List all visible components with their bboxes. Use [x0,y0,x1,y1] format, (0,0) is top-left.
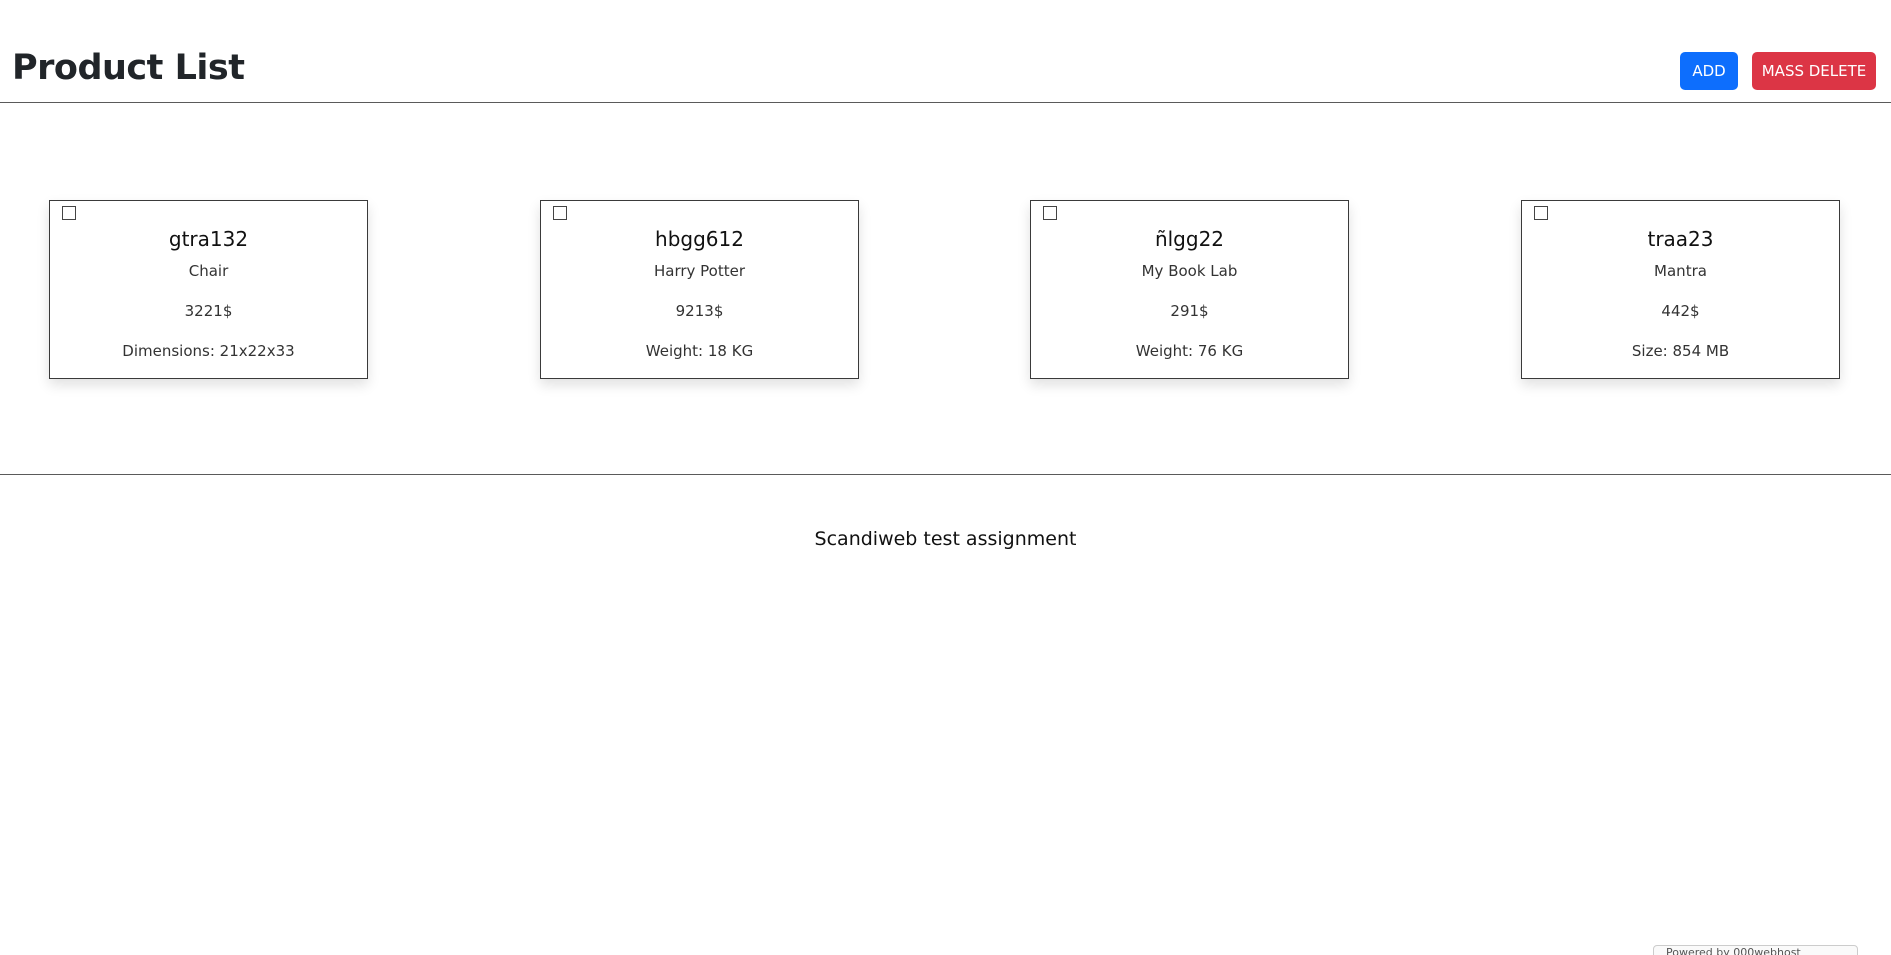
product-attribute: Size: 854 MB [1631,342,1730,360]
product-price: 9213$ [675,302,724,320]
product-price: 291$ [1170,302,1209,320]
product-card: gtra132 Chair 3221$ Dimensions: 21x22x33 [49,200,368,379]
powered-by-badge[interactable]: Powered by 000webhost [1653,945,1858,955]
page: Product List ADD MASS DELETE gtra132 Cha… [0,0,1891,955]
product-attribute: Weight: 18 KG [645,342,754,360]
mass-delete-button[interactable]: MASS DELETE [1752,52,1876,90]
delete-checkbox[interactable] [553,206,567,220]
footer-text: Scandiweb test assignment [814,528,1077,550]
product-name: Harry Potter [653,262,746,280]
product-name: My Book Lab [1141,262,1238,280]
delete-checkbox[interactable] [1043,206,1057,220]
product-price: 442$ [1661,302,1700,320]
product-price: 3221$ [184,302,233,320]
page-title: Product List [12,48,245,88]
product-name: Chair [188,262,229,280]
product-sku: ñlgg22 [1154,227,1225,251]
product-attribute: Dimensions: 21x22x33 [122,342,295,360]
product-name: Mantra [1654,262,1707,280]
product-sku: gtra132 [168,227,249,251]
add-button[interactable]: ADD [1680,52,1738,90]
page-header: Product List ADD MASS DELETE [0,0,1891,103]
delete-checkbox[interactable] [62,206,76,220]
product-card: ñlgg22 My Book Lab 291$ Weight: 76 KG [1030,200,1349,379]
product-list: gtra132 Chair 3221$ Dimensions: 21x22x33… [0,104,1891,475]
product-card: hbgg612 Harry Potter 9213$ Weight: 18 KG [540,200,859,379]
product-attribute: Weight: 76 KG [1135,342,1244,360]
product-sku: traa23 [1647,227,1714,251]
product-card: traa23 Mantra 442$ Size: 854 MB [1521,200,1840,379]
product-sku: hbgg612 [655,227,744,251]
delete-checkbox[interactable] [1534,206,1548,220]
